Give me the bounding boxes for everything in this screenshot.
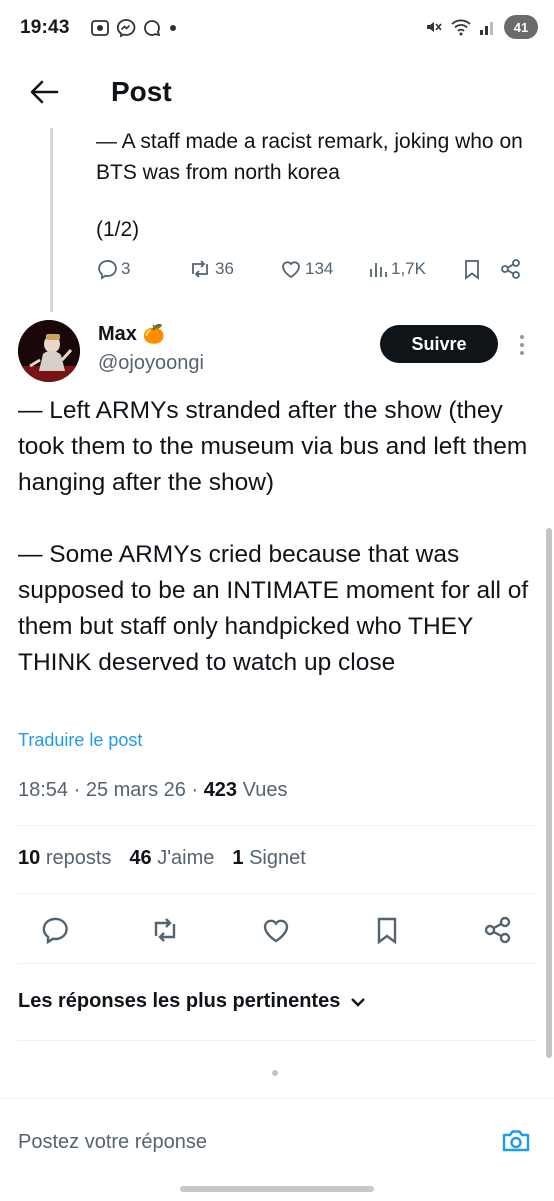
- avatar[interactable]: [18, 320, 80, 382]
- bookmark-icon: [377, 917, 397, 945]
- reply-action[interactable]: 3: [96, 258, 130, 280]
- repost-action[interactable]: 36: [188, 258, 234, 280]
- post-paragraph: — Some ARMYs cried because that was supp…: [18, 541, 529, 676]
- post-paragraph: — Left ARMYs stranded after the show (th…: [18, 397, 528, 496]
- mute-icon: [427, 22, 442, 32]
- author-name-row[interactable]: Max 🍊: [98, 323, 165, 346]
- post-meta: 18:54 · 25 mars 26 · 423 Vues: [18, 779, 287, 802]
- camera-icon: [502, 1130, 530, 1152]
- reposts-label: reposts: [45, 847, 112, 869]
- camera-button[interactable]: [498, 1123, 534, 1159]
- likes-count: 46: [129, 847, 152, 869]
- heart-icon: [263, 919, 289, 943]
- back-button[interactable]: [24, 72, 64, 112]
- follow-button[interactable]: Suivre: [380, 325, 498, 363]
- bookmarks-count: 1: [232, 847, 244, 869]
- page-title: Post: [111, 76, 172, 107]
- like-button[interactable]: [258, 912, 294, 948]
- avatar-image: [18, 320, 80, 382]
- gesture-bar[interactable]: [180, 1186, 374, 1192]
- post-actions: [0, 908, 554, 952]
- status-bar: 19:43 41: [0, 0, 554, 58]
- author-name: Max: [98, 323, 137, 345]
- divider: [18, 1040, 536, 1041]
- bookmarks-stat[interactable]: 1 Signet: [232, 847, 305, 870]
- system-icons: 41: [423, 15, 538, 39]
- translate-link[interactable]: Traduire le post: [18, 730, 142, 751]
- reply-icon: [98, 260, 117, 280]
- header: Post: [0, 58, 554, 128]
- more-options-button[interactable]: [514, 330, 530, 360]
- divider: [18, 825, 536, 826]
- status-time: 19:43: [20, 17, 70, 38]
- repost-button[interactable]: [147, 912, 183, 948]
- share-icon: [484, 916, 511, 944]
- reply-icon: [42, 917, 68, 945]
- bookmark-button[interactable]: [369, 912, 405, 948]
- thread-line: [50, 128, 53, 312]
- post-stats: 10 reposts 46 J'aime 1 Signet: [18, 847, 306, 870]
- messenger-icon: [116, 19, 136, 38]
- views-action[interactable]: 1,7K: [368, 258, 426, 280]
- views-label: Vues: [242, 779, 288, 801]
- post-body: — Left ARMYs stranded after the show (th…: [18, 393, 538, 681]
- bookmark-icon: [465, 260, 479, 280]
- screen-record-icon: [91, 20, 109, 36]
- arrow-left-icon: [30, 80, 59, 104]
- views-count: 1,7K: [391, 259, 426, 278]
- battery-indicator: 41: [504, 15, 538, 39]
- post-time[interactable]: 18:54: [18, 779, 68, 801]
- more-vertical-icon: [520, 335, 524, 355]
- signal-icon: [480, 22, 493, 35]
- repost-count: 36: [215, 259, 234, 278]
- dot-icon: [170, 25, 176, 31]
- post-date[interactable]: 25 mars 26: [86, 779, 186, 801]
- views-count: 423: [203, 779, 238, 801]
- meta-separator: ·: [191, 779, 204, 801]
- bookmarks-label: Signet: [249, 847, 306, 869]
- share-button[interactable]: [480, 912, 516, 948]
- repost-icon: [154, 918, 176, 942]
- scrollbar[interactable]: [546, 528, 552, 1058]
- wifi-icon: [451, 19, 471, 36]
- author-emoji: 🍊: [142, 324, 166, 344]
- like-count: 134: [305, 259, 334, 278]
- replies-sort-label: Les réponses les plus pertinentes: [18, 990, 341, 1012]
- chevron-down-icon: [351, 997, 366, 1007]
- analytics-icon: [370, 263, 387, 277]
- reply-count: 3: [121, 259, 131, 278]
- meta-separator: ·: [73, 779, 86, 801]
- author-handle[interactable]: @ojoyoongi: [98, 352, 204, 375]
- heart-icon: [282, 261, 300, 279]
- previous-post-actions: 3 36 134 1,7K: [96, 258, 536, 288]
- bookmark-action[interactable]: [462, 258, 482, 280]
- share-action[interactable]: [500, 258, 522, 280]
- reply-input[interactable]: [18, 1127, 458, 1157]
- reposts-count: 10: [18, 847, 41, 869]
- reposts-stat[interactable]: 10 reposts: [18, 847, 111, 870]
- divider: [18, 893, 536, 894]
- divider: [18, 963, 536, 964]
- share-icon: [501, 259, 520, 279]
- repost-icon: [192, 260, 208, 278]
- previous-post-text: — A staff made a racist remark, joking w…: [96, 130, 523, 184]
- chat-icon: [144, 20, 161, 37]
- loading-dot: [272, 1070, 278, 1076]
- like-action[interactable]: 134: [280, 258, 333, 280]
- likes-label: J'aime: [157, 847, 215, 869]
- notification-icons: [90, 18, 178, 38]
- previous-post-page-indicator: (1/2): [96, 218, 140, 241]
- likes-stat[interactable]: 46 J'aime: [129, 847, 214, 870]
- replies-sort-dropdown[interactable]: Les réponses les plus pertinentes: [18, 990, 366, 1013]
- reply-button[interactable]: [37, 912, 73, 948]
